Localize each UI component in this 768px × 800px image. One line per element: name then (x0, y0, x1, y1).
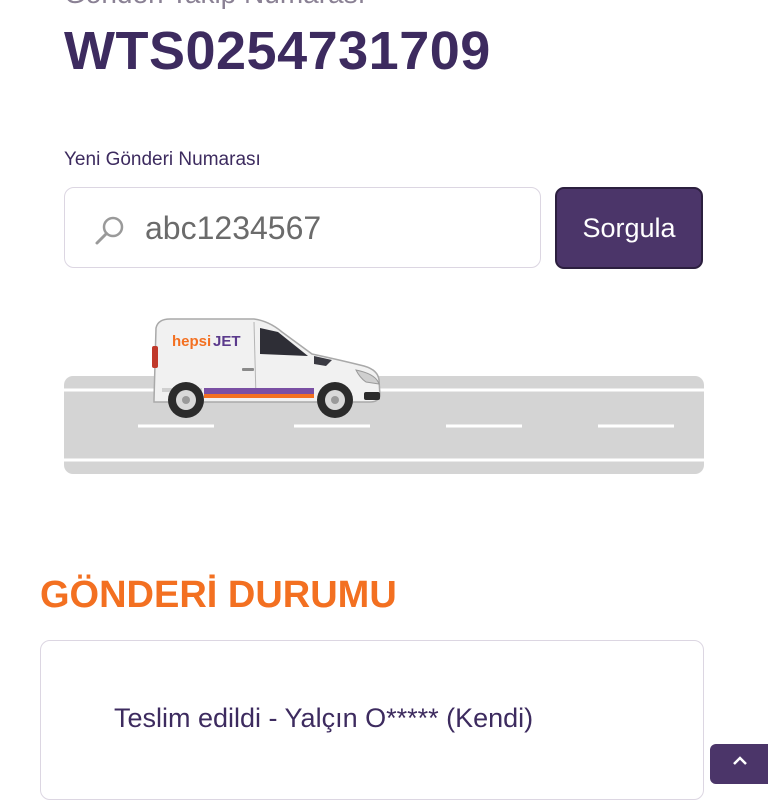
scroll-to-top-button[interactable] (710, 744, 768, 784)
van-brand-prefix: hepsi (172, 333, 211, 350)
search-box[interactable] (64, 187, 541, 268)
query-button[interactable]: Sorgula (555, 187, 703, 269)
new-shipment-label: Yeni Gönderi Numarası (64, 149, 261, 170)
shipment-status-text: Teslim edildi - Yalçın O***** (Kendi) (114, 703, 534, 733)
tracking-number: WTS0254731709 (64, 21, 491, 81)
delivery-van-illustration: hepsi JET (64, 318, 704, 474)
shipment-status-title: GÖNDERİ DURUMU (40, 574, 397, 616)
tracking-number-label: Gönderi Takip Numarası (64, 0, 365, 10)
search-icon (95, 216, 124, 245)
chevron-up-icon (733, 756, 747, 765)
shipment-number-input[interactable] (145, 206, 525, 250)
shipment-status-card: Teslim edildi - Yalçın O***** (Kendi) (40, 640, 704, 800)
van-brand-suffix: JET (213, 333, 241, 350)
